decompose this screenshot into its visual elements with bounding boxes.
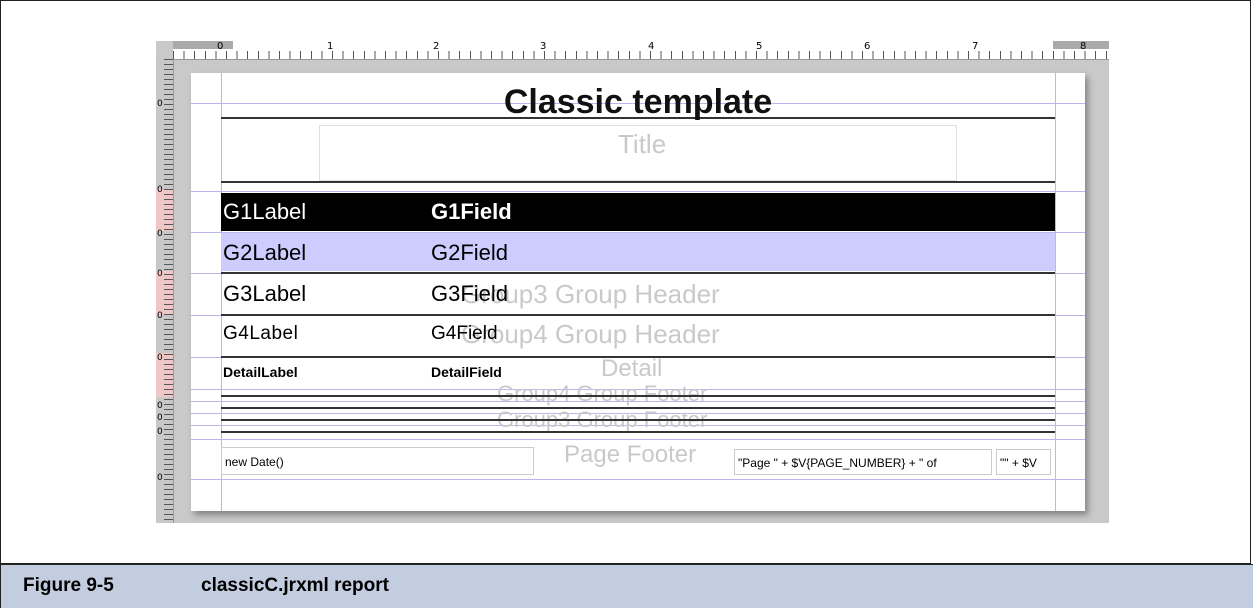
g3-field[interactable]: G3Field bbox=[431, 281, 508, 307]
detail-label[interactable]: DetailLabel bbox=[223, 364, 298, 380]
group1-background bbox=[221, 193, 1055, 231]
separator-line bbox=[221, 356, 1055, 358]
ruler-label: 8 bbox=[1080, 41, 1087, 52]
ruler-label: 1 bbox=[327, 41, 334, 52]
ruler-label: 0 bbox=[157, 269, 163, 279]
ruler-label: 0 bbox=[157, 473, 163, 483]
separator-line bbox=[221, 419, 1055, 421]
ruler-label: 0 bbox=[157, 311, 163, 321]
footer-page-number-field[interactable]: "Page " + $V{PAGE_NUMBER} + " of bbox=[734, 449, 992, 475]
separator-line bbox=[221, 314, 1055, 316]
ruler-label: 2 bbox=[433, 41, 440, 52]
ruler-label: 0 bbox=[157, 99, 163, 109]
ruler-label: 0 bbox=[157, 427, 163, 437]
separator-line bbox=[221, 395, 1055, 397]
band-guide bbox=[191, 479, 1085, 480]
ruler-label: 4 bbox=[648, 41, 655, 52]
vertical-ruler: 0 0 0 0 0 0 0 0 0 0 bbox=[156, 59, 174, 523]
g3-label[interactable]: G3Label bbox=[223, 281, 306, 307]
ruler-label: 5 bbox=[756, 41, 763, 52]
group1-header-row[interactable]: G1Label G1Field bbox=[221, 193, 1055, 231]
separator-line bbox=[221, 181, 1055, 183]
figure-title: classicC.jrxml report bbox=[201, 575, 389, 596]
group2-header-row[interactable]: G2Label G2Field bbox=[221, 233, 1055, 271]
ruler-label: 3 bbox=[540, 41, 547, 52]
detail-field[interactable]: DetailField bbox=[431, 364, 502, 380]
separator-line bbox=[221, 431, 1055, 433]
separator-line bbox=[221, 407, 1055, 409]
screenshot-frame: 0 1 2 3 4 5 6 7 8 0 0 0 0 0 0 0 0 0 0 Ti… bbox=[0, 0, 1251, 564]
ruler-label: 0 bbox=[157, 229, 163, 239]
g1-label[interactable]: G1Label bbox=[223, 199, 306, 225]
group2-background bbox=[221, 233, 1055, 271]
ruler-label: 0 bbox=[157, 401, 163, 411]
g2-label[interactable]: G2Label bbox=[223, 240, 306, 266]
ruler-label: 0 bbox=[157, 353, 163, 363]
ruler-label: 0 bbox=[217, 41, 224, 52]
footer-page-total-field[interactable]: "" + $V bbox=[996, 449, 1051, 475]
g4-label[interactable]: G4Label bbox=[223, 323, 298, 345]
group3-header-row[interactable]: G3Label G3Field bbox=[221, 275, 1055, 313]
ruler-label: 6 bbox=[864, 41, 871, 52]
footer-date-field[interactable]: new Date() bbox=[221, 447, 534, 475]
g2-field[interactable]: G2Field bbox=[431, 240, 508, 266]
report-page: Title Classic template G1Label G1Field G… bbox=[191, 73, 1085, 511]
ruler-label: 7 bbox=[972, 41, 979, 52]
margin-guide bbox=[1055, 73, 1056, 511]
band-guide bbox=[191, 191, 1085, 192]
band-name-page-footer: Page Footer bbox=[564, 441, 697, 468]
group4-header-row[interactable]: G4Label G4Field bbox=[221, 317, 1055, 355]
figure-number: Figure 9-5 bbox=[23, 575, 114, 596]
band-guide bbox=[191, 439, 1085, 440]
figure-caption: Figure 9-5 classicC.jrxml report bbox=[0, 564, 1253, 608]
separator-line bbox=[221, 272, 1055, 274]
horizontal-ruler: 0 1 2 3 4 5 6 7 8 bbox=[173, 41, 1109, 60]
title-textbox[interactable] bbox=[319, 125, 957, 181]
ruler-label: 0 bbox=[157, 413, 163, 423]
detail-row[interactable]: DetailLabel DetailField bbox=[221, 359, 1055, 387]
report-title[interactable]: Classic template bbox=[191, 83, 1085, 122]
ruler-label: 0 bbox=[157, 185, 163, 195]
g4-field[interactable]: G4Field bbox=[431, 323, 498, 345]
g1-field[interactable]: G1Field bbox=[431, 199, 512, 225]
